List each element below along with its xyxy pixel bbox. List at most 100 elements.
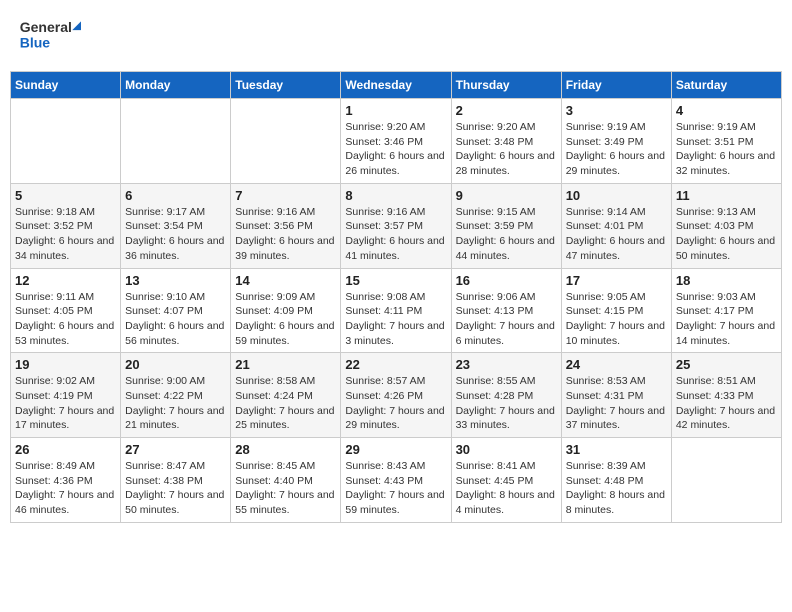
day-number: 12 xyxy=(15,273,116,288)
day-info: Sunrise: 8:51 AM Sunset: 4:33 PM Dayligh… xyxy=(676,374,777,433)
day-info: Sunrise: 8:55 AM Sunset: 4:28 PM Dayligh… xyxy=(456,374,557,433)
day-number: 27 xyxy=(125,442,226,457)
day-number: 7 xyxy=(235,188,336,203)
page-header: General Blue xyxy=(10,10,782,63)
day-info: Sunrise: 9:05 AM Sunset: 4:15 PM Dayligh… xyxy=(566,290,667,349)
day-info: Sunrise: 9:15 AM Sunset: 3:59 PM Dayligh… xyxy=(456,205,557,264)
day-info: Sunrise: 9:08 AM Sunset: 4:11 PM Dayligh… xyxy=(345,290,446,349)
calendar-cell: 5 Sunrise: 9:18 AM Sunset: 3:52 PM Daylig… xyxy=(11,183,121,268)
weekday-header-saturday: Saturday xyxy=(671,72,781,99)
calendar-cell: 7 Sunrise: 9:16 AM Sunset: 3:56 PM Daylig… xyxy=(231,183,341,268)
day-info: Sunrise: 8:58 AM Sunset: 4:24 PM Dayligh… xyxy=(235,374,336,433)
calendar-cell: 16 Sunrise: 9:06 AM Sunset: 4:13 PM Dayli… xyxy=(451,268,561,353)
calendar-week-3: 12 Sunrise: 9:11 AM Sunset: 4:05 PM Dayli… xyxy=(11,268,782,353)
day-info: Sunrise: 9:14 AM Sunset: 4:01 PM Dayligh… xyxy=(566,205,667,264)
day-number: 1 xyxy=(345,103,446,118)
day-number: 28 xyxy=(235,442,336,457)
calendar-cell xyxy=(671,438,781,523)
calendar-cell: 20 Sunrise: 9:00 AM Sunset: 4:22 PM Dayli… xyxy=(121,353,231,438)
calendar-cell: 4Sunrise: 9:19 AM Sunset: 3:51 PM Daylig… xyxy=(671,99,781,184)
calendar-cell xyxy=(11,99,121,184)
weekday-header-sunday: Sunday xyxy=(11,72,121,99)
calendar-cell xyxy=(121,99,231,184)
calendar-cell xyxy=(231,99,341,184)
day-number: 29 xyxy=(345,442,446,457)
day-number: 17 xyxy=(566,273,667,288)
day-info: Sunrise: 9:20 AM Sunset: 3:46 PM Dayligh… xyxy=(345,120,446,179)
calendar-cell: 11 Sunrise: 9:13 AM Sunset: 4:03 PM Dayli… xyxy=(671,183,781,268)
logo-svg: General Blue xyxy=(18,14,88,54)
calendar-table: SundayMondayTuesdayWednesdayThursdayFrid… xyxy=(10,71,782,523)
day-info: Sunrise: 8:41 AM Sunset: 4:45 PM Dayligh… xyxy=(456,459,557,518)
logo: General Blue xyxy=(18,14,88,59)
day-info: Sunrise: 9:06 AM Sunset: 4:13 PM Dayligh… xyxy=(456,290,557,349)
day-info: Sunrise: 9:03 AM Sunset: 4:17 PM Dayligh… xyxy=(676,290,777,349)
weekday-header-friday: Friday xyxy=(561,72,671,99)
calendar-cell: 27 Sunrise: 8:47 AM Sunset: 4:38 PM Dayli… xyxy=(121,438,231,523)
calendar-cell: 28 Sunrise: 8:45 AM Sunset: 4:40 PM Dayli… xyxy=(231,438,341,523)
day-number: 13 xyxy=(125,273,226,288)
calendar-cell: 25Sunrise: 8:51 AM Sunset: 4:33 PM Dayli… xyxy=(671,353,781,438)
calendar-cell: 23 Sunrise: 8:55 AM Sunset: 4:28 PM Dayli… xyxy=(451,353,561,438)
day-info: Sunrise: 9:02 AM Sunset: 4:19 PM Dayligh… xyxy=(15,374,116,433)
day-info: Sunrise: 8:47 AM Sunset: 4:38 PM Dayligh… xyxy=(125,459,226,518)
day-info: Sunrise: 8:43 AM Sunset: 4:43 PM Dayligh… xyxy=(345,459,446,518)
calendar-week-5: 26Sunrise: 8:49 AM Sunset: 4:36 PM Dayli… xyxy=(11,438,782,523)
day-number: 8 xyxy=(345,188,446,203)
weekday-header-wednesday: Wednesday xyxy=(341,72,451,99)
day-number: 23 xyxy=(456,357,557,372)
day-number: 24 xyxy=(566,357,667,372)
day-info: Sunrise: 9:16 AM Sunset: 3:57 PM Dayligh… xyxy=(345,205,446,264)
calendar-cell: 21 Sunrise: 8:58 AM Sunset: 4:24 PM Dayli… xyxy=(231,353,341,438)
day-number: 31 xyxy=(566,442,667,457)
day-info: Sunrise: 9:18 AM Sunset: 3:52 PM Dayligh… xyxy=(15,205,116,264)
day-number: 18 xyxy=(676,273,777,288)
calendar-cell: 18 Sunrise: 9:03 AM Sunset: 4:17 PM Dayli… xyxy=(671,268,781,353)
calendar-cell: 3 Sunrise: 9:19 AM Sunset: 3:49 PM Daylig… xyxy=(561,99,671,184)
day-number: 22 xyxy=(345,357,446,372)
day-info: Sunrise: 8:39 AM Sunset: 4:48 PM Dayligh… xyxy=(566,459,667,518)
calendar-cell: 31 Sunrise: 8:39 AM Sunset: 4:48 PM Dayli… xyxy=(561,438,671,523)
day-info: Sunrise: 8:57 AM Sunset: 4:26 PM Dayligh… xyxy=(345,374,446,433)
day-number: 21 xyxy=(235,357,336,372)
day-number: 5 xyxy=(15,188,116,203)
svg-text:Blue: Blue xyxy=(20,35,51,51)
day-number: 20 xyxy=(125,357,226,372)
calendar-cell: 26Sunrise: 8:49 AM Sunset: 4:36 PM Dayli… xyxy=(11,438,121,523)
svg-text:General: General xyxy=(20,19,72,35)
calendar-cell: 29 Sunrise: 8:43 AM Sunset: 4:43 PM Dayli… xyxy=(341,438,451,523)
day-info: Sunrise: 9:16 AM Sunset: 3:56 PM Dayligh… xyxy=(235,205,336,264)
day-number: 15 xyxy=(345,273,446,288)
day-info: Sunrise: 9:20 AM Sunset: 3:48 PM Dayligh… xyxy=(456,120,557,179)
calendar-cell: 6Sunrise: 9:17 AM Sunset: 3:54 PM Daylig… xyxy=(121,183,231,268)
day-info: Sunrise: 9:19 AM Sunset: 3:49 PM Dayligh… xyxy=(566,120,667,179)
calendar-cell: 10Sunrise: 9:14 AM Sunset: 4:01 PM Dayli… xyxy=(561,183,671,268)
calendar-cell: 8 Sunrise: 9:16 AM Sunset: 3:57 PM Daylig… xyxy=(341,183,451,268)
day-number: 19 xyxy=(15,357,116,372)
calendar-cell: 22 Sunrise: 8:57 AM Sunset: 4:26 PM Dayli… xyxy=(341,353,451,438)
day-number: 3 xyxy=(566,103,667,118)
day-number: 26 xyxy=(15,442,116,457)
day-info: Sunrise: 9:13 AM Sunset: 4:03 PM Dayligh… xyxy=(676,205,777,264)
calendar-cell: 17 Sunrise: 9:05 AM Sunset: 4:15 PM Dayli… xyxy=(561,268,671,353)
day-info: Sunrise: 9:00 AM Sunset: 4:22 PM Dayligh… xyxy=(125,374,226,433)
day-number: 11 xyxy=(676,188,777,203)
weekday-header-thursday: Thursday xyxy=(451,72,561,99)
day-info: Sunrise: 9:17 AM Sunset: 3:54 PM Dayligh… xyxy=(125,205,226,264)
day-number: 4 xyxy=(676,103,777,118)
weekday-header-tuesday: Tuesday xyxy=(231,72,341,99)
calendar-cell: 13Sunrise: 9:10 AM Sunset: 4:07 PM Dayli… xyxy=(121,268,231,353)
calendar-cell: 1 Sunrise: 9:20 AM Sunset: 3:46 PM Daylig… xyxy=(341,99,451,184)
day-number: 9 xyxy=(456,188,557,203)
calendar-week-2: 5 Sunrise: 9:18 AM Sunset: 3:52 PM Daylig… xyxy=(11,183,782,268)
day-number: 16 xyxy=(456,273,557,288)
day-number: 14 xyxy=(235,273,336,288)
calendar-week-1: 1 Sunrise: 9:20 AM Sunset: 3:46 PM Daylig… xyxy=(11,99,782,184)
calendar-cell: 24Sunrise: 8:53 AM Sunset: 4:31 PM Dayli… xyxy=(561,353,671,438)
day-info: Sunrise: 9:11 AM Sunset: 4:05 PM Dayligh… xyxy=(15,290,116,349)
calendar-cell: 19 Sunrise: 9:02 AM Sunset: 4:19 PM Dayli… xyxy=(11,353,121,438)
calendar-cell: 2Sunrise: 9:20 AM Sunset: 3:48 PM Daylig… xyxy=(451,99,561,184)
day-info: Sunrise: 8:45 AM Sunset: 4:40 PM Dayligh… xyxy=(235,459,336,518)
calendar-week-4: 19 Sunrise: 9:02 AM Sunset: 4:19 PM Dayli… xyxy=(11,353,782,438)
calendar-body: 1 Sunrise: 9:20 AM Sunset: 3:46 PM Daylig… xyxy=(11,99,782,523)
